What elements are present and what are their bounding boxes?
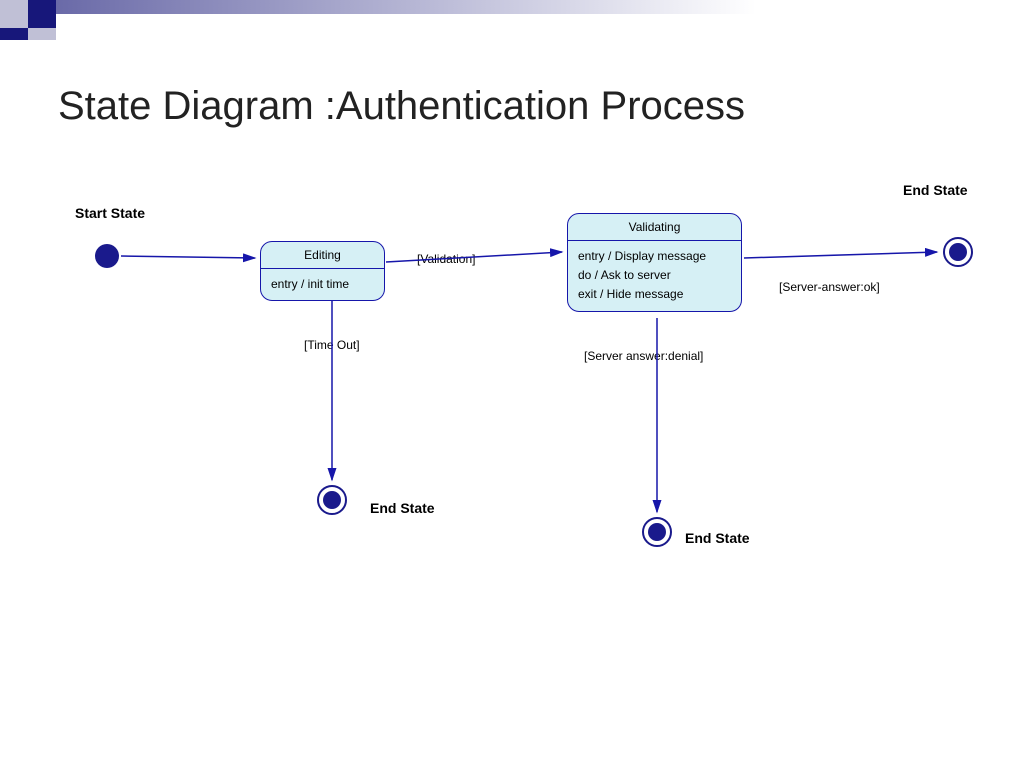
end-node-denial-ring	[643, 518, 671, 546]
transition-ok-label: [Server-answer:ok]	[779, 280, 880, 294]
end-node-timeout-dot	[323, 491, 341, 509]
transition-validation-label: [Validation]	[417, 252, 475, 266]
transition-timeout-label: [Time Out]	[304, 338, 360, 352]
state-validating-title: Validating	[568, 214, 741, 241]
end-node-timeout-ring	[318, 486, 346, 514]
start-state-label: Start State	[75, 205, 145, 221]
transition-denial-label: [Server answer:denial]	[584, 349, 703, 363]
end-state-label-bottomcenter: End State	[685, 530, 750, 546]
end-state-label-bottomleft: End State	[370, 500, 435, 516]
end-node-ok-ring	[944, 238, 972, 266]
state-editing-entry: entry / init time	[271, 275, 374, 294]
diagram-svg	[0, 0, 1024, 768]
state-diagram: Start State End State End State End Stat…	[0, 0, 1024, 768]
state-validating-entry: entry / Display message	[578, 247, 731, 266]
arrow-start-to-editing	[121, 256, 255, 258]
state-validating: Validating entry / Display message do / …	[567, 213, 742, 312]
state-editing-title: Editing	[261, 242, 384, 269]
state-editing: Editing entry / init time	[260, 241, 385, 301]
arrow-ok	[744, 252, 937, 258]
start-node-icon	[95, 244, 119, 268]
state-validating-do: do / Ask to server	[578, 266, 731, 285]
end-node-ok-dot	[949, 243, 967, 261]
state-validating-exit: exit / Hide message	[578, 285, 731, 304]
end-state-label-topright: End State	[903, 182, 968, 198]
end-node-denial-dot	[648, 523, 666, 541]
